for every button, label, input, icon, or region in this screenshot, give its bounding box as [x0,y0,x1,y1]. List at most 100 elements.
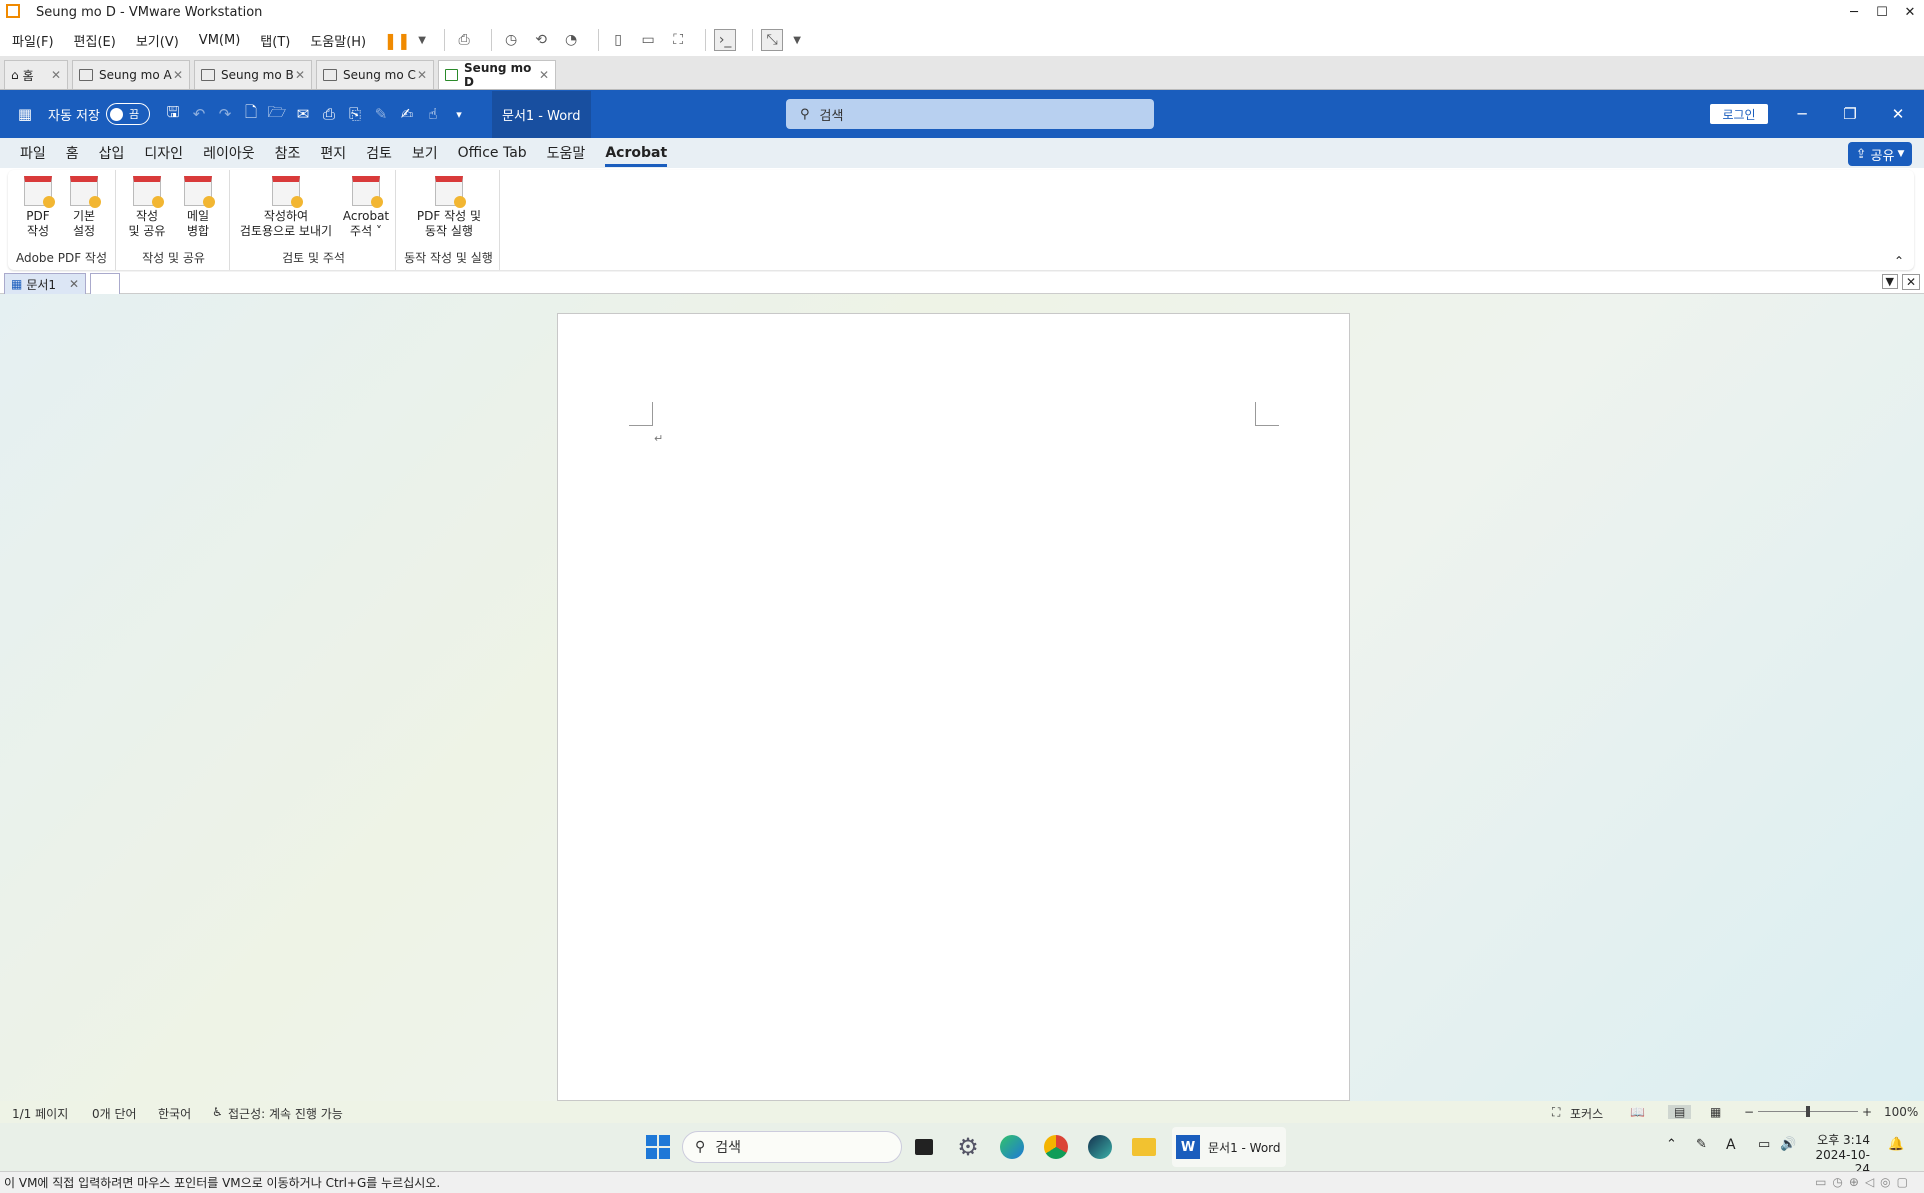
new-tab-button[interactable] [90,273,120,294]
touch-mode-icon[interactable]: ☝ [420,105,446,123]
login-button[interactable]: 로그인 [1710,104,1768,124]
menu-help[interactable]: 도움말(H) [310,31,366,50]
tab-list-icon[interactable]: ▼ [1881,274,1898,289]
tab-review[interactable]: 검토 [366,143,392,163]
undo-icon[interactable]: ↶ [186,105,212,123]
menu-vm[interactable]: VM(M) [199,33,240,48]
maximize-button[interactable]: ☐ [1868,0,1896,24]
pdf-icon[interactable]: ⎘ [342,105,368,123]
fullscreen-icon[interactable]: ⛶ [667,29,689,51]
clock[interactable]: 오후 3:14 2024-10-24 [1806,1131,1870,1176]
tab-seung-mo-a[interactable]: Seung mo A ✕ [72,60,190,89]
console-icon[interactable]: ›_ [714,29,737,51]
menu-edit[interactable]: 편집(E) [74,31,116,50]
minimize-button[interactable]: ─ [1840,0,1868,24]
close-icon[interactable]: ✕ [539,68,549,82]
save-icon[interactable]: 🖫 [160,102,186,127]
zoom-slider-thumb[interactable] [1806,1106,1810,1117]
draw-icon[interactable]: ✎ [368,105,394,123]
accessibility-status[interactable]: 접근성: 계속 진행 가능 [228,1105,343,1122]
tab-office-tab[interactable]: Office Tab [458,145,527,161]
chrome-icon[interactable] [1040,1131,1072,1163]
close-icon[interactable]: ✕ [417,68,427,82]
print-icon[interactable]: ⎙ [316,105,342,123]
send-for-review-button[interactable]: 작성하여 검토용으로 보내기 [234,176,338,239]
customize-toolbar-icon[interactable]: ▾ [446,108,472,121]
tab-home[interactable]: ⌂ 홈 ✕ [4,60,68,89]
menu-tab[interactable]: 탭(T) [260,31,290,50]
close-icon[interactable]: ✕ [295,68,305,82]
zoom-out-icon[interactable]: − [1744,1105,1754,1119]
tab-acrobat[interactable]: Acrobat [605,145,667,167]
ime-icon[interactable]: A [1726,1137,1736,1153]
tab-view[interactable]: 보기 [412,143,438,163]
redo-icon[interactable]: ↷ [212,105,238,123]
tab-help[interactable]: 도움말 [547,143,586,163]
word-count[interactable]: 0개 단어 [92,1105,137,1122]
doc-tab-document1[interactable]: ▦ 문서1 ✕ [4,273,86,294]
device-icons[interactable]: ▭◷⊕◁◎▢ [1815,1175,1914,1189]
tab-mailings[interactable]: 편지 [320,143,346,163]
print-layout-icon[interactable]: ▤ [1668,1105,1692,1119]
app-icon[interactable] [1084,1131,1116,1163]
share-button[interactable]: ⇪ 공유 ▼ [1848,142,1912,166]
task-view-icon[interactable] [908,1131,940,1163]
new-document-icon[interactable]: 🗋 [238,102,264,127]
acrobat-comments-button[interactable]: Acrobat 주석 ˅ [338,176,394,239]
taskbar-word-button[interactable]: W 문서1 - Word [1172,1127,1286,1167]
zoom-in-icon[interactable]: + [1862,1105,1872,1119]
preferences-button[interactable]: 기본 설정 [64,176,104,239]
chevron-down-icon[interactable]: ▼ [791,29,803,51]
tab-seung-mo-c[interactable]: Seung mo C ✕ [316,60,434,89]
taskbar-search[interactable]: ⚲ 검색 [682,1131,902,1163]
revert-snapshot-icon[interactable]: ⟲ [530,29,552,51]
create-share-button[interactable]: 작성 및 공유 [122,176,172,239]
close-icon[interactable]: ✕ [51,68,61,82]
snapshot-manager-icon[interactable]: ◔ [560,29,582,51]
web-layout-icon[interactable]: ▦ [1710,1105,1721,1119]
chevron-down-icon[interactable]: ▼ [416,29,428,51]
collapse-ribbon-icon[interactable]: ⌃ [1894,254,1904,268]
autosave-toggle[interactable]: 끔 [105,103,150,125]
tab-references[interactable]: 참조 [275,143,301,163]
close-icon[interactable]: ✕ [1884,100,1912,128]
read-mode-icon[interactable]: 📖 [1630,1105,1645,1119]
snapshot-icon[interactable]: ◷ [500,29,522,51]
edit-icon[interactable]: ✍ [394,105,420,123]
windows-start-icon[interactable] [642,1131,674,1163]
chevron-up-icon[interactable]: ⌃ [1666,1137,1677,1152]
tab-insert[interactable]: 삽입 [99,143,125,163]
page-count[interactable]: 1/1 페이지 [12,1105,68,1122]
menu-view[interactable]: 보기(V) [136,31,179,50]
word-search-box[interactable]: ⚲ 검색 [786,99,1154,129]
edge-icon[interactable] [996,1131,1028,1163]
send-keys-icon[interactable]: ⎙ [453,29,475,51]
pause-icon[interactable]: ❚❚ [384,29,411,51]
network-icon[interactable]: ▭ [1758,1137,1770,1152]
stretch-guest-icon[interactable]: ⤡ [761,29,784,51]
document-page[interactable]: ↵ [557,313,1350,1101]
zoom-level[interactable]: 100% [1884,1105,1918,1119]
volume-icon[interactable]: 🔊 [1780,1137,1796,1152]
tab-seung-mo-b[interactable]: Seung mo B ✕ [194,60,312,89]
settings-icon[interactable]: ⚙ [952,1131,984,1163]
sidebar-icon[interactable]: ▯ [607,29,629,51]
notification-icon[interactable]: 🔔 [1888,1137,1904,1152]
focus-button[interactable]: 포커스 [1570,1105,1603,1122]
close-button[interactable]: ✕ [1896,0,1924,24]
mail-merge-button[interactable]: 메일 병합 [176,176,220,239]
tab-layout[interactable]: 레이아웃 [203,143,255,163]
close-icon[interactable]: ✕ [1901,274,1920,290]
language[interactable]: 한국어 [158,1105,191,1122]
tab-home[interactable]: 홈 [66,143,79,163]
close-icon[interactable]: ✕ [69,277,79,291]
pen-icon[interactable]: ✎ [1696,1137,1707,1152]
create-pdf-button[interactable]: PDF 작성 [18,176,58,239]
close-icon[interactable]: ✕ [173,68,183,82]
menu-file[interactable]: 파일(F) [12,31,54,50]
tab-design[interactable]: 디자인 [144,143,183,163]
open-folder-icon[interactable]: 🗁 [264,102,290,127]
create-and-run-action-button[interactable]: PDF 작성 및 동작 실행 [402,176,496,239]
thumbnail-icon[interactable]: ▭ [637,29,659,51]
tab-file[interactable]: 파일 [20,143,46,163]
